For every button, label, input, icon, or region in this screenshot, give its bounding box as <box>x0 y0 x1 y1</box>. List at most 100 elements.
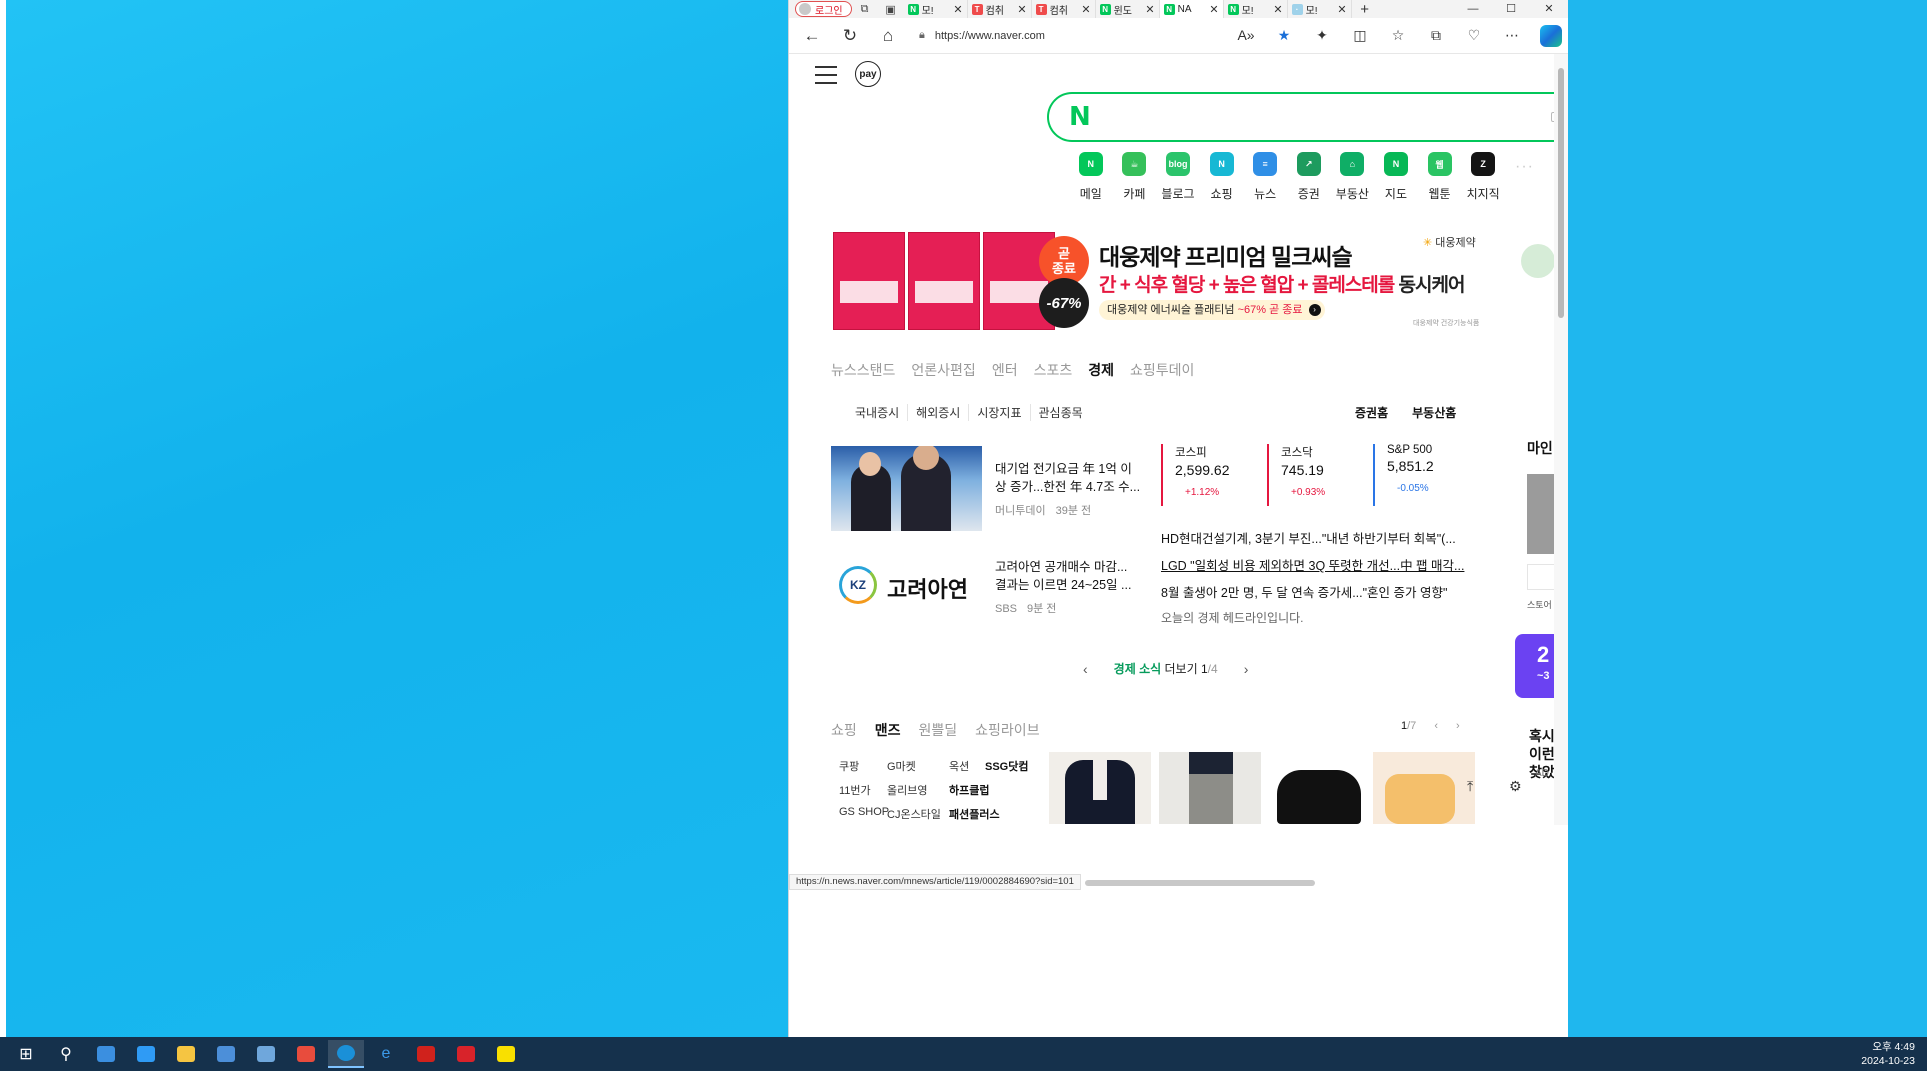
mail-icon[interactable] <box>128 1040 164 1068</box>
menu-icon[interactable] <box>815 66 837 84</box>
tab-1[interactable]: 언론사편집 <box>911 360 975 380</box>
mall-link[interactable]: 올리브영 <box>887 782 949 798</box>
scroll-to-top-icon[interactable]: ⤒ <box>1467 778 1473 795</box>
more-icon[interactable]: ⋯ <box>1494 27 1530 44</box>
mall-link[interactable]: GS SHOP <box>839 806 889 822</box>
back-icon[interactable]: ← <box>795 22 829 50</box>
shortcut-mail[interactable]: N 메일 <box>1069 152 1113 202</box>
news-item[interactable]: 대기업 전기요금 年 1억 이상 증가...한전 年 4.7조 수... 머니투… <box>831 446 1151 532</box>
shop-prev-icon[interactable]: ‹ <box>1434 720 1438 732</box>
collections-icon[interactable]: ⧉ <box>1418 27 1454 44</box>
shortcut-chzzk[interactable]: Z 치지직 <box>1461 152 1505 202</box>
tab-4[interactable]: 경제 <box>1088 360 1114 380</box>
shortcut-blog[interactable]: blog 블로그 <box>1156 152 1200 202</box>
browser-tab[interactable]: N 윈도 ✕ <box>1096 0 1160 18</box>
tab-close-icon[interactable]: ✕ <box>1017 3 1026 16</box>
shortcut-shopping[interactable]: N 쇼핑 <box>1200 152 1244 202</box>
naver-logo[interactable]: N <box>1069 102 1091 132</box>
browser-tab[interactable]: T 컴취 ✕ <box>968 0 1032 18</box>
vertical-scrollbar[interactable] <box>1554 54 1568 825</box>
home-icon[interactable]: ⌂ <box>871 22 905 50</box>
product-thumbnail[interactable] <box>1049 752 1151 824</box>
close-icon[interactable]: ✕ <box>1530 0 1568 18</box>
store-icon[interactable] <box>88 1040 124 1068</box>
browser-tab[interactable]: T 컴취 ✕ <box>1032 0 1096 18</box>
tab-close-icon[interactable]: ✕ <box>1273 3 1282 16</box>
horizontal-scrollbar[interactable] <box>1085 880 1315 886</box>
browser-tab[interactable]: N 모! ✕ <box>1224 0 1288 18</box>
copilot-icon[interactable] <box>1540 24 1562 47</box>
ad-cta[interactable]: 대웅제약 에너씨슬 플래티넘 ~67% 곧 종료 › <box>1099 300 1325 320</box>
browser-tab[interactable]: N 모! ✕ <box>904 0 968 18</box>
mall-link[interactable]: 11번가 <box>839 782 887 798</box>
tab-close-icon[interactable]: ✕ <box>1145 3 1154 16</box>
tab-0[interactable]: 뉴스스탠드 <box>831 360 895 380</box>
favorite-star-icon[interactable]: ★ <box>1266 27 1302 44</box>
kakaotalk-icon[interactable] <box>488 1040 524 1068</box>
news-item[interactable]: KZ 고려아연 고려아연 공개매수 마감... 결과는 이르면 24~25일 .… <box>831 544 1151 630</box>
shop-tab[interactable]: 맨즈 <box>875 720 901 740</box>
new-tab-button[interactable]: + <box>1352 1 1378 18</box>
browser-tab[interactable]: · 모! ✕ <box>1288 0 1352 18</box>
adobe-icon[interactable] <box>408 1040 444 1068</box>
product-thumbnail[interactable] <box>1159 752 1261 824</box>
ad-banner[interactable]: 곧 종료 -67% 대웅제약 프리미엄 밀크씨슬 간 + 식후 혈당 + 높은 혈… <box>833 230 1483 332</box>
start-icon[interactable]: ⊞ <box>8 1040 44 1068</box>
shortcut-webtoon[interactable]: 웹 웹툰 <box>1418 152 1462 202</box>
shortcut-stock[interactable]: ↗ 증권 <box>1287 152 1331 202</box>
mall-link[interactable]: 쿠팡 <box>839 758 887 774</box>
tab-close-icon[interactable]: ✕ <box>1081 3 1090 16</box>
tab-close-icon[interactable]: ✕ <box>1337 3 1346 16</box>
tab-3[interactable]: 스포츠 <box>1034 360 1073 380</box>
split-screen-icon[interactable]: ◫ <box>1342 27 1378 44</box>
tab-close-icon[interactable]: ✕ <box>953 3 962 16</box>
tab-2[interactable]: 엔터 <box>992 360 1018 380</box>
notepad-icon[interactable] <box>248 1040 284 1068</box>
stock-index[interactable]: 코스피 2,599.62 +1.12% <box>1161 444 1267 506</box>
shortcut-map[interactable]: N 지도 <box>1374 152 1418 202</box>
explorer-icon[interactable] <box>168 1040 204 1068</box>
more-news-link[interactable]: 경제 소식 더보기 1/4 <box>1114 660 1218 677</box>
shortcut-cafe[interactable]: ☕ 카페 <box>1113 152 1157 202</box>
tab-actions-icon[interactable]: ▣ <box>878 0 904 18</box>
headline-link[interactable]: HD현대건설기계, 3분기 부진..."내년 하반기부터 회복"(... <box>1161 528 1473 555</box>
minimize-icon[interactable]: — <box>1454 0 1492 18</box>
browser-essentials-icon[interactable]: ♡ <box>1456 27 1492 44</box>
sub-tab[interactable]: 관심종목 <box>1031 404 1091 421</box>
mall-link[interactable]: G마켓 <box>887 758 949 774</box>
ie-icon[interactable]: e <box>368 1040 404 1068</box>
pay-button[interactable]: pay <box>855 61 881 87</box>
edge-icon[interactable] <box>328 1040 364 1068</box>
more-services-icon[interactable]: ··· <box>1515 158 1534 176</box>
headline-link[interactable]: 오늘의 경제 헤드라인입니다. <box>1161 609 1473 636</box>
prev-page-icon[interactable]: ‹ <box>1069 661 1102 677</box>
product-thumbnail[interactable] <box>1373 752 1475 824</box>
search-icon[interactable]: ⚲ <box>48 1040 84 1068</box>
search-box[interactable]: N <box>1047 92 1555 142</box>
calculator-icon[interactable] <box>208 1040 244 1068</box>
product-thumbnail[interactable] <box>1269 752 1371 824</box>
tab-5[interactable]: 쇼핑투데이 <box>1130 360 1194 380</box>
home-link[interactable]: 부동산홈 <box>1412 404 1456 421</box>
profile-button[interactable]: 로그인 <box>795 1 852 17</box>
mall-link[interactable]: SSG닷컴 <box>985 758 1028 774</box>
stock-index[interactable]: S&P 500 5,851.2 -0.05% <box>1373 444 1479 506</box>
tab-close-icon[interactable]: ✕ <box>1209 3 1218 16</box>
app-icon[interactable] <box>448 1040 484 1068</box>
headline-link[interactable]: LGD "일회성 비용 제외하면 3Q 뚜렷한 개선...中 팹 매각... <box>1161 555 1473 582</box>
headline-link[interactable]: 8월 출생아 2만 명, 두 달 연속 증가세..."혼인 증가 영향" <box>1161 582 1473 609</box>
system-clock[interactable]: 오후 4:49 2024-10-23 <box>1861 1040 1915 1068</box>
mall-link[interactable]: 하프클럽 <box>949 782 1019 798</box>
shop-tab[interactable]: 쇼핑라이브 <box>975 720 1039 740</box>
refresh-icon[interactable]: ↻ <box>833 22 867 50</box>
read-aloud-icon[interactable]: A» <box>1228 27 1264 44</box>
shortcut-news[interactable]: ≡ 뉴스 <box>1243 152 1287 202</box>
settings-gear-icon[interactable]: ⚙ <box>1509 778 1522 795</box>
favorites-icon[interactable]: ☆ <box>1380 27 1416 44</box>
stock-index[interactable]: 코스닥 745.19 +0.93% <box>1267 444 1373 506</box>
extensions-icon[interactable]: ✦ <box>1304 27 1340 44</box>
sub-tab[interactable]: 해외증시 <box>908 404 970 421</box>
shortcut-realestate[interactable]: ⌂ 부동산 <box>1331 152 1375 202</box>
next-page-icon[interactable]: › <box>1230 661 1263 677</box>
mall-link[interactable]: 패션플러스 <box>949 806 1019 822</box>
